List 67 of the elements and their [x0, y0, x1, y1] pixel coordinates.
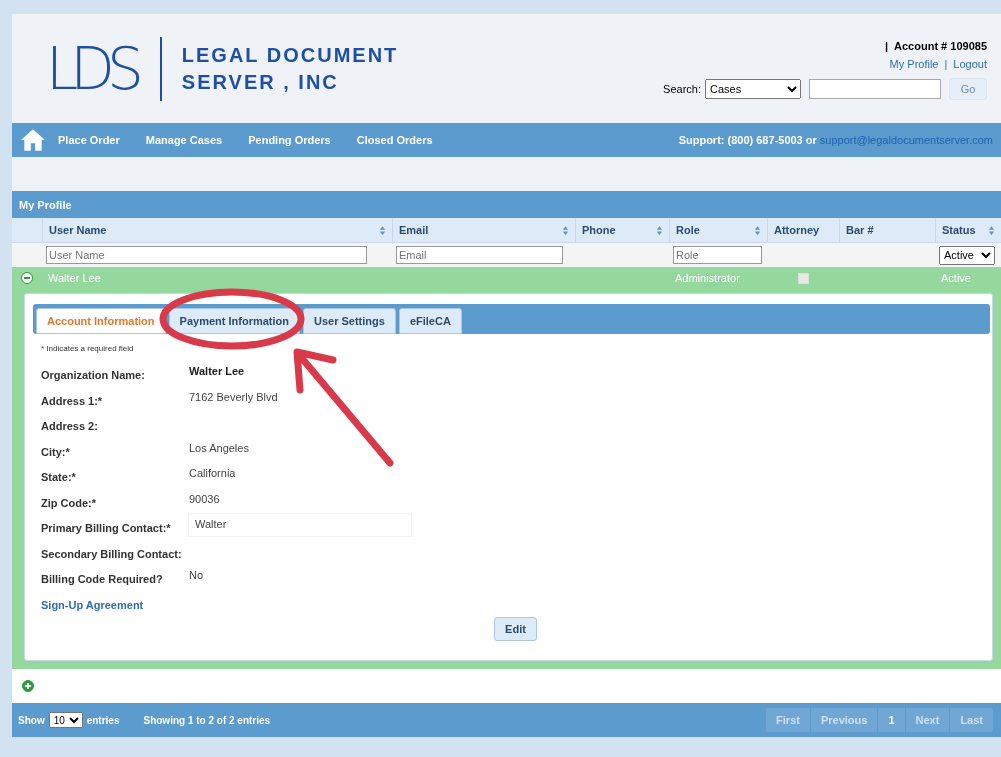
sort-icon: [379, 224, 386, 236]
table-cell-text: Active: [940, 272, 972, 284]
field-label: City:*: [41, 444, 71, 458]
entries-label: entries: [86, 714, 120, 726]
expand-icon[interactable]: [22, 680, 34, 692]
field-label: Organization Name:: [41, 368, 146, 381]
nav-link[interactable]: Pending Orders: [248, 134, 331, 146]
my-profile-link[interactable]: My Profile: [889, 58, 939, 70]
sort-icon: [988, 224, 995, 236]
field-value: Los Angeles: [189, 440, 249, 454]
filter-field[interactable]: Role: [673, 246, 762, 264]
company-name: LEGAL DOCUMENT: [181, 42, 399, 68]
search-select[interactable]: Cases: [705, 79, 801, 99]
account-number: Account # 109085: [894, 40, 987, 52]
edit-button[interactable]: Edit: [494, 616, 537, 641]
column-header[interactable]: Bar #: [839, 218, 935, 242]
column-header[interactable]: Role: [669, 218, 767, 242]
logo-mark: LDS: [46, 34, 136, 103]
logout-link[interactable]: Logout: [953, 58, 987, 70]
separator-text: |: [944, 58, 948, 70]
nav-link[interactable]: Place Order: [58, 134, 120, 146]
field-label: Zip Code:*: [41, 495, 97, 509]
field-label: Address 2:: [41, 419, 99, 432]
nav-link[interactable]: Closed Orders: [356, 134, 433, 146]
nav-link[interactable]: Manage Cases: [145, 134, 223, 146]
field-label: Address 1:*: [41, 393, 104, 407]
status-filter-select[interactable]: Active: [939, 245, 995, 265]
field-value: 90036: [189, 491, 220, 505]
panel-title: My Profile: [19, 198, 72, 211]
page-size-select[interactable]: 10: [48, 712, 83, 728]
field-label: Primary Billing Contact:*: [41, 521, 172, 534]
filter-field[interactable]: Email: [396, 246, 563, 264]
field-label: State:*: [41, 470, 77, 483]
column-header[interactable]: Email: [392, 218, 575, 242]
column-header[interactable]: Phone: [575, 218, 669, 242]
table-cell-text: Walter Lee: [47, 272, 102, 284]
tab[interactable]: Payment Information: [168, 308, 300, 334]
separator-text: |: [885, 40, 889, 52]
sort-icon: [562, 224, 569, 236]
filter-field[interactable]: User Name: [46, 246, 367, 264]
field-label: Billing Code Required?: [41, 572, 164, 585]
field-value: 7162 Beverly Blvd: [189, 389, 278, 403]
tab[interactable]: eFileCA: [398, 308, 462, 334]
field-value: No: [189, 568, 204, 581]
sort-icon: [754, 224, 761, 236]
entries-info: Showing 1 to 2 of 2 entries: [143, 714, 271, 726]
column-header[interactable]: Status: [935, 218, 1001, 242]
collapse-icon[interactable]: [21, 272, 33, 284]
column-header[interactable]: User Name: [42, 218, 392, 242]
search-label: Search:: [663, 83, 701, 95]
sort-icon: [656, 224, 663, 236]
required-note: * Indicates a required field: [41, 344, 135, 353]
company-name: SERVER , INC: [181, 69, 340, 95]
column-header[interactable]: Attorney: [767, 218, 839, 242]
field-label: Secondary Billing Contact:: [41, 546, 183, 560]
field-value: California: [189, 466, 236, 479]
agreement-link[interactable]: Sign-Up Agreement: [41, 598, 990, 611]
go-button[interactable]: Go: [949, 78, 987, 100]
table-cell-text: Administrator: [674, 272, 741, 284]
field-value: Walter Lee: [189, 364, 245, 377]
tab[interactable]: Account Information: [36, 308, 166, 334]
tab[interactable]: User Settings: [302, 308, 396, 334]
show-label: Show: [18, 714, 45, 726]
home-icon[interactable]: [20, 127, 46, 153]
attorney-checkbox[interactable]: [797, 272, 809, 284]
support-text: Support: (800) 687-5003 or: [678, 134, 817, 146]
search-field[interactable]: [809, 79, 941, 99]
